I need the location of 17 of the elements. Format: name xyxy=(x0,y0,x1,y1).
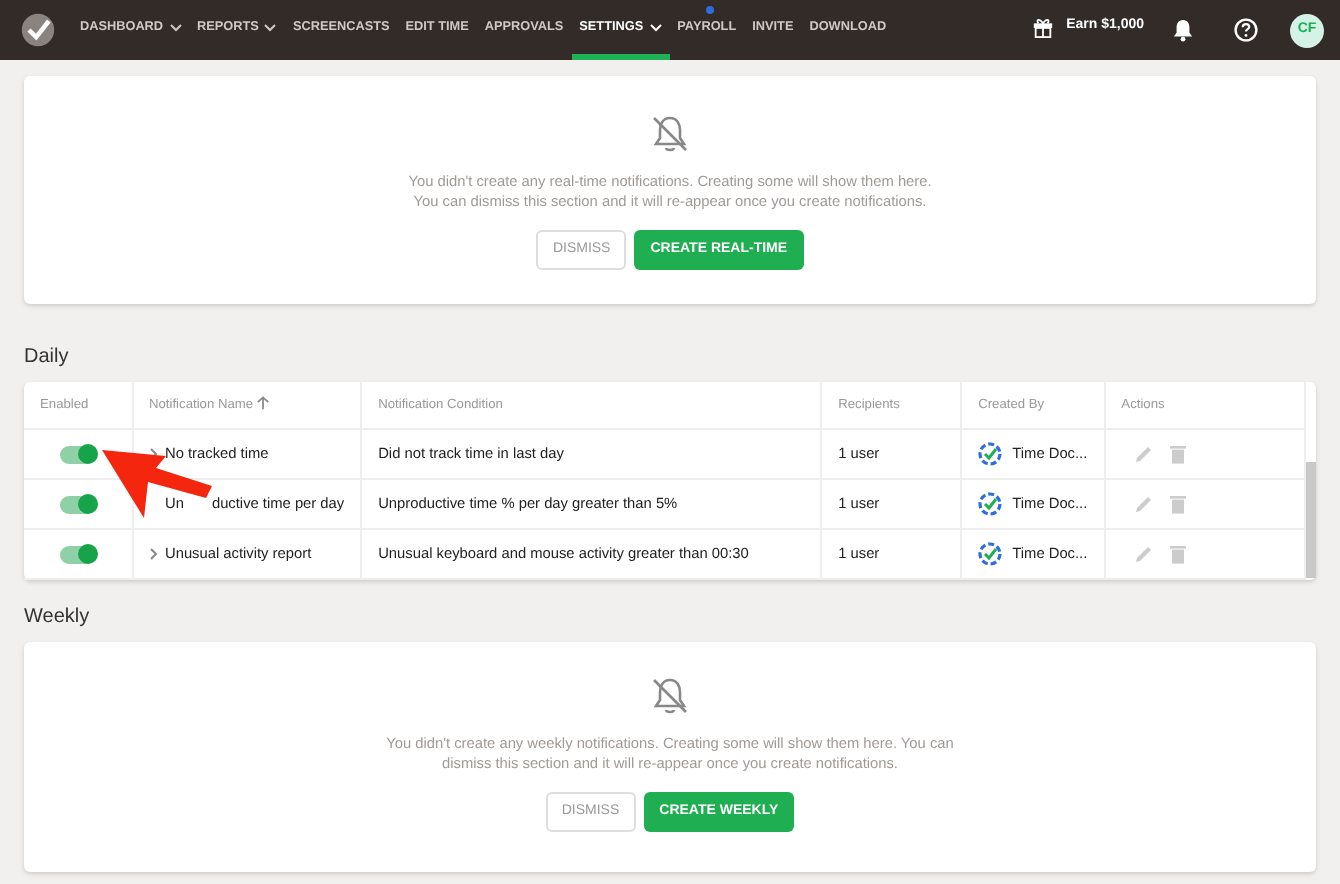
app-logo-icon xyxy=(978,541,1003,566)
app-logo-icon xyxy=(978,491,1003,516)
sort-arrow-icon xyxy=(256,396,271,411)
chevron-icon[interactable] xyxy=(149,548,157,561)
toggle-switch[interactable] xyxy=(59,445,96,464)
help-icon[interactable] xyxy=(1234,18,1258,42)
bell-icon[interactable] xyxy=(1172,18,1194,42)
section-title: Weekly xyxy=(24,603,92,632)
toggle-switch[interactable] xyxy=(59,545,96,564)
logo-icon[interactable] xyxy=(20,12,56,48)
toggle-switch[interactable] xyxy=(59,495,96,514)
bell-off-icon xyxy=(648,112,692,156)
bell-off-icon xyxy=(648,673,692,718)
scrollbar xyxy=(1306,462,1316,579)
app-logo-icon xyxy=(978,441,1003,466)
gift-icon xyxy=(1032,16,1055,38)
section-title: Daily xyxy=(24,344,71,373)
